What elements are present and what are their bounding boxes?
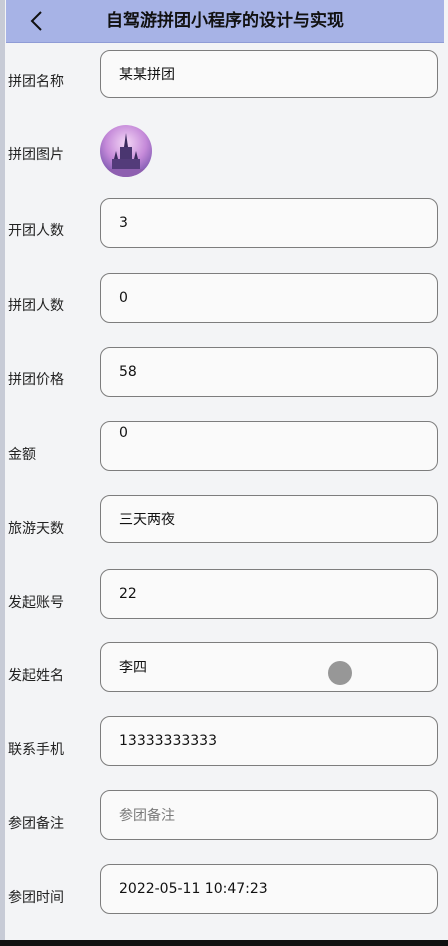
travel-days-field[interactable]: 三天两夜 [100,495,438,543]
initiator-account-label: 发起账号 [8,595,64,611]
page-title: 自驾游拼团小程序的设计与实现 [106,11,344,31]
remark-field[interactable]: 参团备注 [100,790,438,840]
amount-label: 金额 [8,447,36,463]
group-name-label: 拼团名称 [8,74,64,90]
group-image-thumbnail[interactable] [100,125,152,177]
open-count-field[interactable]: 3 [100,198,438,248]
group-image-label: 拼团图片 [8,147,64,163]
back-button[interactable] [20,4,54,38]
price-label: 拼团价格 [8,372,64,388]
join-time-field[interactable]: 2022-05-11 10:47:23 [100,864,438,914]
left-edge-rule [0,0,5,940]
join-time-label: 参团时间 [8,890,64,906]
remark-label: 参团备注 [8,816,64,832]
contact-phone-field[interactable]: 13333333333 [100,716,438,766]
join-count-field[interactable]: 0 [100,273,438,323]
open-count-label: 开团人数 [8,223,64,239]
contact-phone-label: 联系手机 [8,742,64,758]
chevron-left-icon [30,11,42,31]
initiator-name-label: 发起姓名 [8,668,64,684]
initiator-name-field[interactable]: 李四 [100,642,438,692]
initiator-account-field[interactable]: 22 [100,569,438,619]
touch-indicator [328,661,352,685]
nav-bar: 自驾游拼团小程序的设计与实现 [6,0,444,43]
amount-field[interactable]: 0 [100,421,438,471]
price-field[interactable]: 58 [100,347,438,397]
join-count-label: 拼团人数 [8,298,64,314]
bottom-edge [0,940,448,946]
travel-days-label: 旅游天数 [8,521,64,537]
group-name-field[interactable]: 某某拼团 [100,50,438,98]
